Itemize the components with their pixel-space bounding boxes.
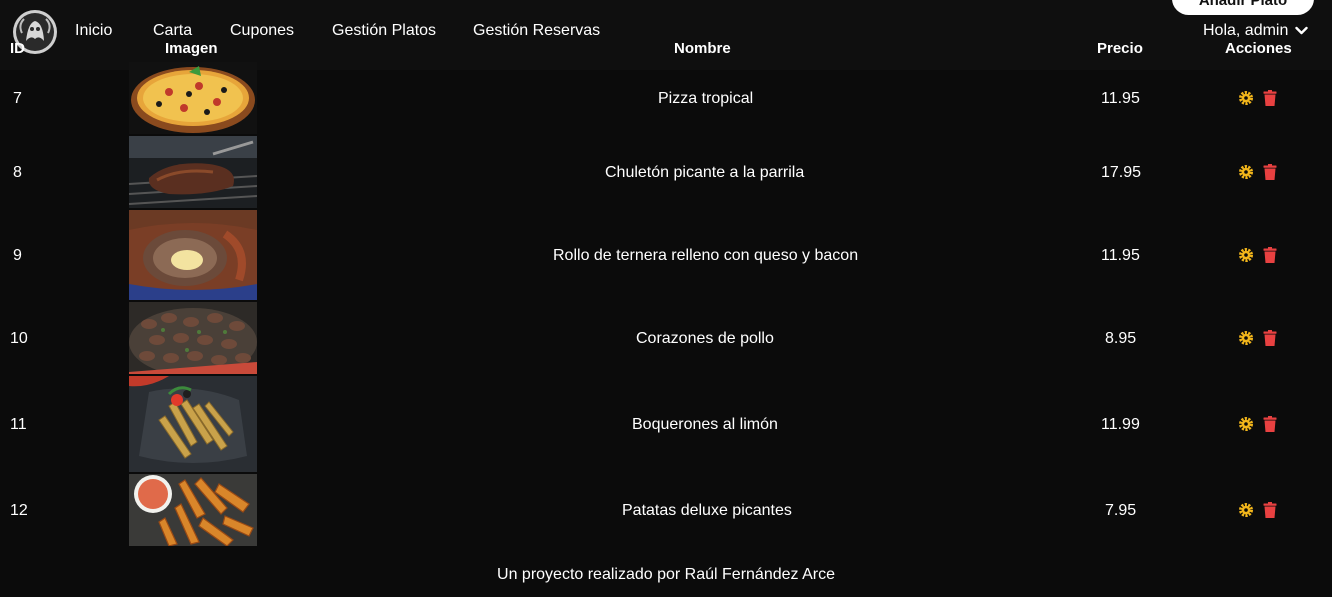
row-id: 7 xyxy=(13,90,22,107)
nav-gestion-reservas[interactable]: Gestión Reservas xyxy=(473,22,600,40)
delete-trash-icon[interactable] xyxy=(1263,164,1277,180)
dish-image-anchovies xyxy=(129,376,257,472)
row-name: Patatas deluxe picantes xyxy=(622,502,792,519)
page: Inicio Carta Cupones Gestión Platos Gest… xyxy=(0,0,1332,597)
delete-trash-icon[interactable] xyxy=(1263,330,1277,346)
delete-trash-icon[interactable] xyxy=(1263,416,1277,432)
settings-gear-icon[interactable] xyxy=(1238,502,1254,518)
row-id: 12 xyxy=(10,502,28,519)
row-name: Chuletón picante a la parrila xyxy=(605,164,805,181)
dish-image-steak xyxy=(129,136,257,208)
settings-gear-icon[interactable] xyxy=(1238,164,1254,180)
nav-inicio[interactable]: Inicio xyxy=(75,22,112,40)
settings-gear-icon[interactable] xyxy=(1238,330,1254,346)
row-id: 10 xyxy=(10,330,28,347)
delete-trash-icon[interactable] xyxy=(1263,502,1277,518)
column-header-precio: Precio xyxy=(1097,40,1143,57)
dish-image-chicken-hearts xyxy=(129,302,257,374)
row-name: Pizza tropical xyxy=(658,90,754,107)
nav-cupones[interactable]: Cupones xyxy=(230,22,294,40)
row-id: 11 xyxy=(10,416,27,433)
settings-gear-icon[interactable] xyxy=(1238,416,1254,432)
user-greeting: Hola, admin xyxy=(1203,22,1289,39)
chevron-down-icon xyxy=(1295,26,1308,34)
nav-gestion-platos[interactable]: Gestión Platos xyxy=(332,22,436,40)
column-header-id: ID xyxy=(10,40,25,57)
dish-image-beef-roll xyxy=(129,210,257,300)
column-header-acciones: Acciones xyxy=(1225,40,1292,57)
add-dish-button[interactable]: Añadir Plato xyxy=(1172,0,1314,15)
settings-gear-icon[interactable] xyxy=(1238,247,1254,263)
row-id: 9 xyxy=(13,247,22,264)
row-price: 11.99 xyxy=(1101,416,1140,433)
row-price: 7.95 xyxy=(1105,502,1137,519)
column-header-imagen: Imagen xyxy=(165,40,218,57)
row-name: Rollo de ternera relleno con queso y bac… xyxy=(553,247,859,264)
footer-credit: Un proyecto realizado por Raúl Fernández… xyxy=(497,566,835,583)
row-name: Boquerones al limón xyxy=(632,416,778,433)
row-price: 8.95 xyxy=(1105,330,1137,347)
dish-image-potatoes xyxy=(129,474,257,546)
delete-trash-icon[interactable] xyxy=(1263,247,1277,263)
delete-trash-icon[interactable] xyxy=(1263,90,1277,106)
row-price: 11.95 xyxy=(1101,247,1140,264)
nav-carta[interactable]: Carta xyxy=(153,22,192,40)
settings-gear-icon[interactable] xyxy=(1238,90,1254,106)
row-price: 11.95 xyxy=(1101,90,1140,107)
column-header-nombre: Nombre xyxy=(674,40,731,57)
row-name: Corazones de pollo xyxy=(636,330,774,347)
user-menu[interactable]: Hola, admin xyxy=(1203,22,1308,40)
dish-image-pizza xyxy=(129,62,257,134)
row-id: 8 xyxy=(13,164,22,181)
row-price: 17.95 xyxy=(1101,164,1142,181)
header: Inicio Carta Cupones Gestión Platos Gest… xyxy=(0,0,1332,70)
